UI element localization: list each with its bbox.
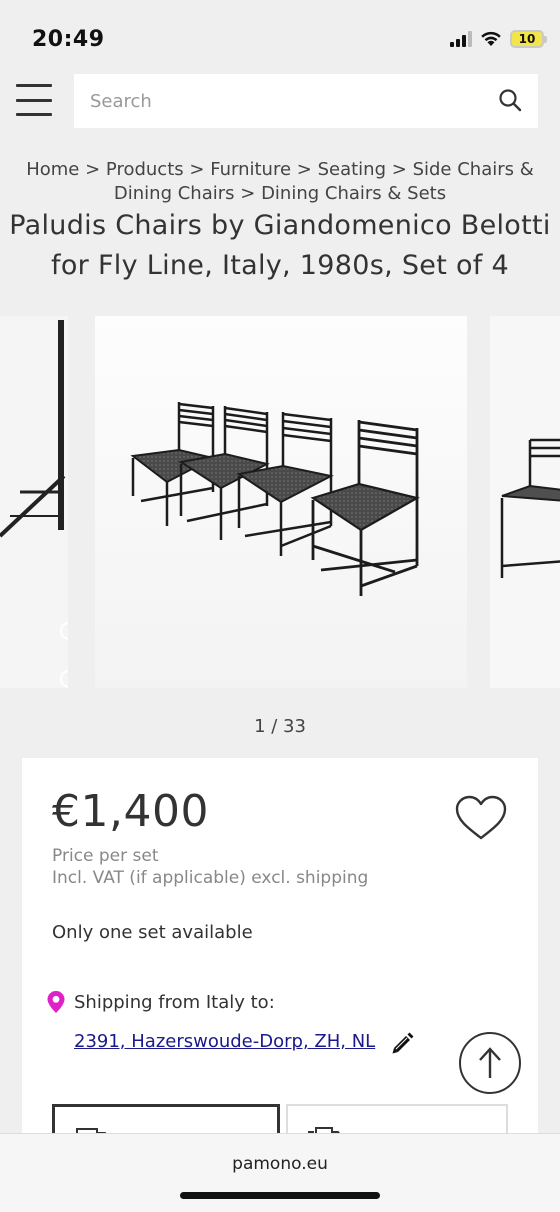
availability-text: Only one set available [52,922,253,943]
breadcrumb: Home > Products > Furniture > Seating > … [20,158,540,206]
wifi-icon [480,31,502,47]
pencil-icon[interactable] [390,1030,416,1060]
carousel-slide-next[interactable] [490,316,560,688]
breadcrumb-home[interactable]: Home [26,159,79,180]
status-bar: 20:49 10 [0,0,560,70]
price: €1,400 [52,786,209,837]
status-icons: 10 [450,30,547,48]
price-card: €1,400 Price per set Incl. VAT (if appli… [22,758,538,1178]
breadcrumb-dining-chairs[interactable]: Dining Chairs & Sets [261,183,446,204]
search-bar [74,74,538,128]
breadcrumb-products[interactable]: Products [106,159,184,180]
carousel-slide-current[interactable] [95,316,467,688]
breadcrumb-furniture[interactable]: Furniture [210,159,291,180]
location-pin-icon [46,990,66,1018]
arrow-up-icon [479,1047,501,1078]
search-icon[interactable] [498,88,522,116]
shipping-from-label: Shipping from Italy to: [74,992,275,1013]
heart-icon[interactable] [454,794,508,846]
battery-icon: 10 [510,30,547,48]
breadcrumb-separator: > [85,159,106,180]
site-header [0,74,560,130]
browser-bottom-bar: pamono.eu [0,1133,560,1212]
product-title: Paludis Chairs by Giandomenico Belotti f… [0,206,560,286]
breadcrumb-separator: > [296,159,318,180]
shipping-address-link[interactable]: 2391, Hazerswoude-Dorp, ZH, NL [74,1031,375,1052]
product-title-line-1: Paludis Chairs by Giandomenico Belotti [9,210,551,241]
browser-url[interactable]: pamono.eu [0,1154,560,1174]
vat-note: Incl. VAT (if applicable) excl. shipping [52,868,369,888]
breadcrumb-separator: > [391,159,413,180]
hamburger-menu-icon[interactable] [16,84,52,116]
product-title-line-2: for Fly Line, Italy, 1980s, Set of 4 [51,250,509,281]
scroll-to-top-button[interactable] [459,1032,521,1094]
carousel-slide-previous[interactable] [0,316,68,688]
price-per-label: Price per set [52,846,159,866]
search-input[interactable] [74,90,474,112]
image-carousel[interactable] [0,316,560,688]
signal-icon [450,31,472,47]
home-indicator [180,1192,380,1199]
gallery-counter: 1 / 33 [254,716,306,737]
product-image-chairs [130,402,420,596]
breadcrumb-separator: > [240,183,262,204]
breadcrumb-seating[interactable]: Seating [318,159,386,180]
breadcrumb-separator: > [189,159,211,180]
status-time: 20:49 [32,27,105,52]
